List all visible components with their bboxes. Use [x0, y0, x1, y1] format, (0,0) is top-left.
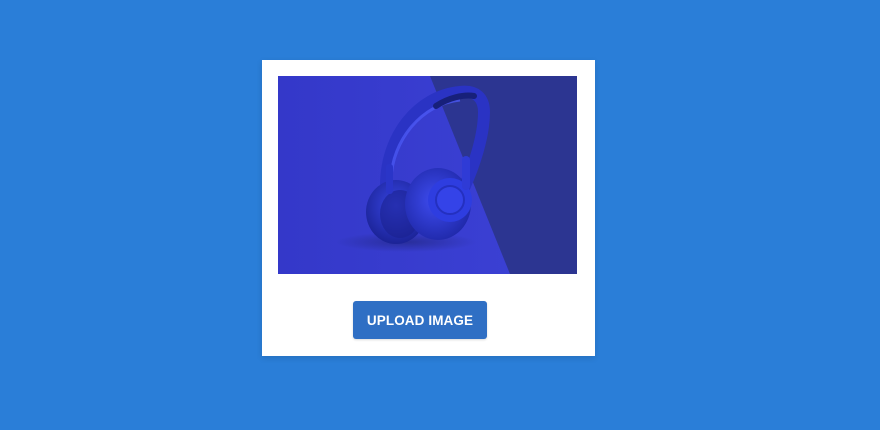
image-preview [278, 76, 577, 274]
upload-image-button[interactable]: UPLOAD IMAGE [353, 301, 487, 339]
headphones-image [278, 76, 577, 274]
upload-card: UPLOAD IMAGE [262, 60, 595, 356]
